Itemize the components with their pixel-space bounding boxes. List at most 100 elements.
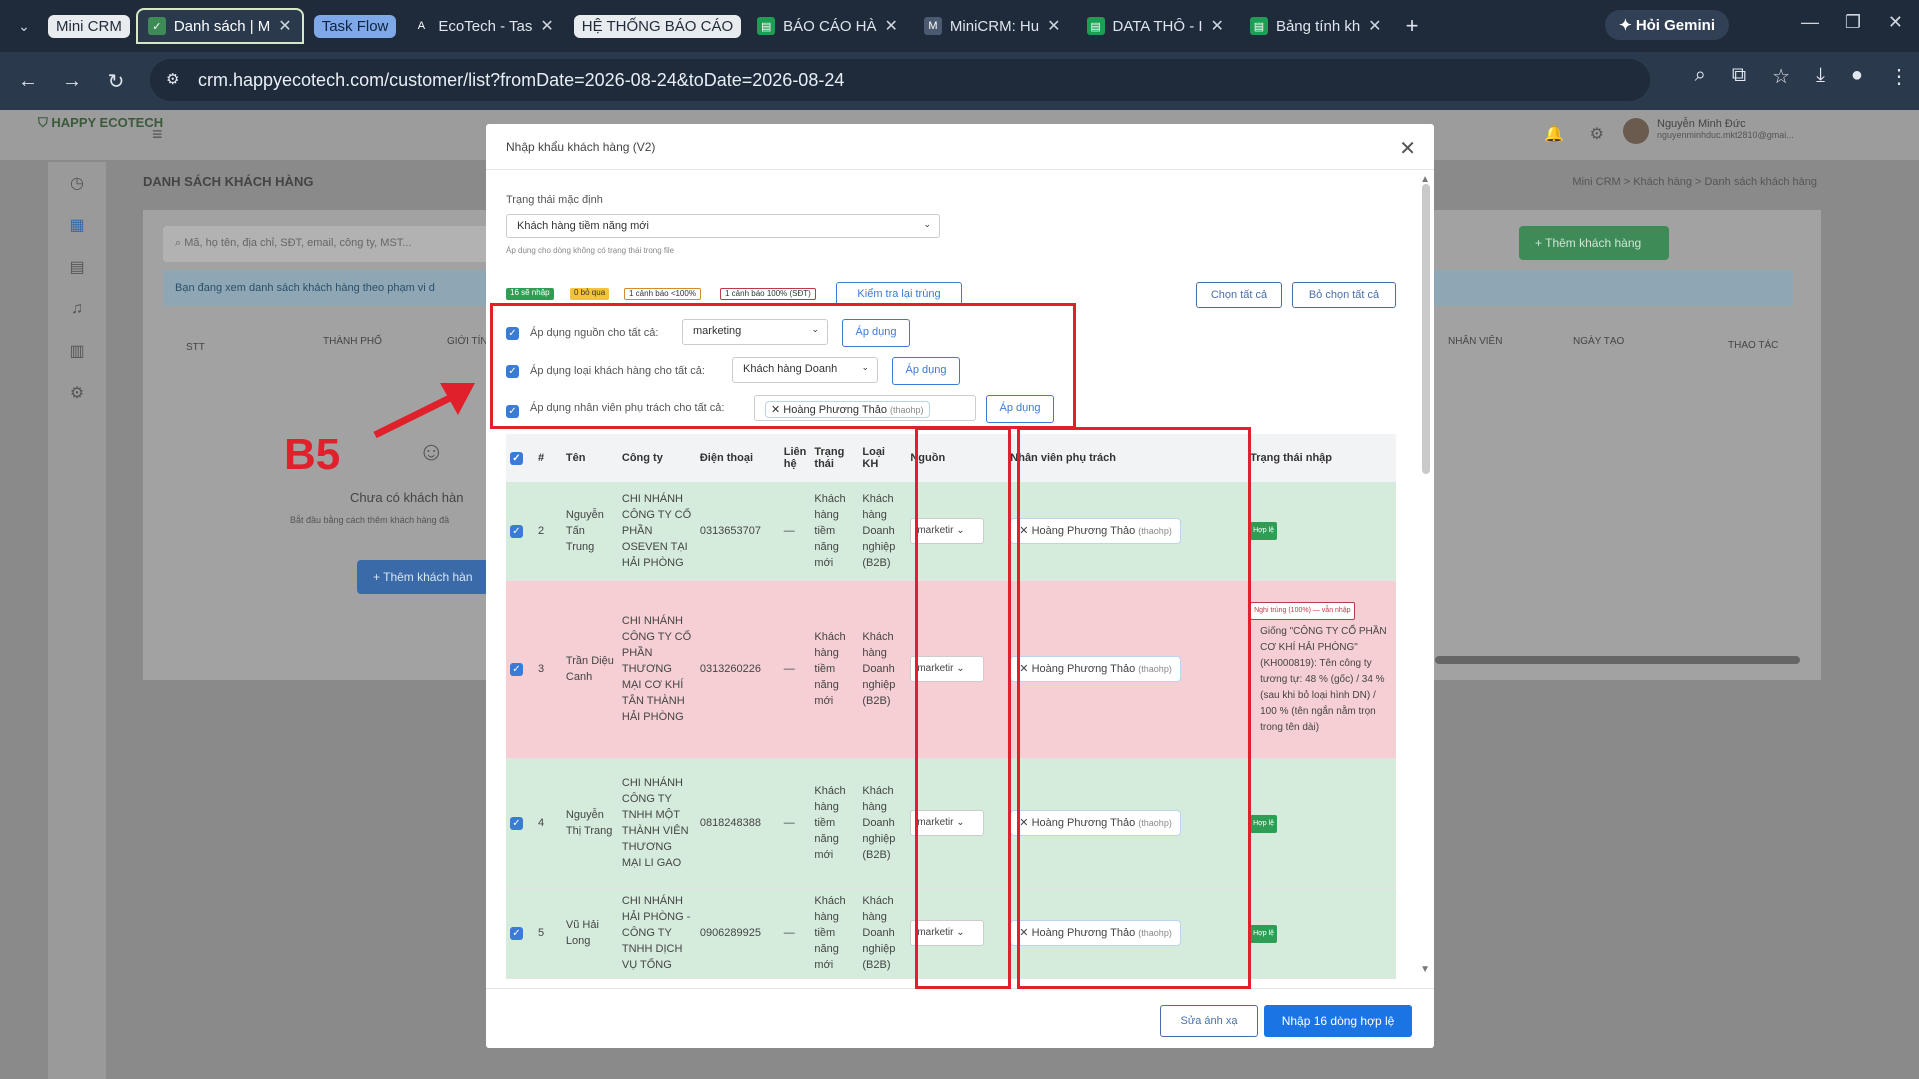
tab-ecotech[interactable]: A EcoTech - Tas ✕ [402, 8, 563, 44]
row-type: Khách hàng Doanh nghiệp (B2B) [858, 580, 907, 759]
row-company: CHI NHÁNH CÔNG TY CỔ PHẦN OSEVEN TẠI HẢI… [617, 482, 696, 581]
row-phone: 0313653707 [695, 482, 780, 581]
tab-title: DATA THÔ - I [1112, 17, 1203, 35]
badge-import-count: 16 sẽ nhập [506, 288, 554, 300]
minimize-icon[interactable]: — [1801, 12, 1819, 33]
default-status-select[interactable]: Khách hàng tiềm năng mới ⌄ [506, 214, 940, 238]
gemini-label: Hỏi Gemini [1635, 17, 1715, 34]
header-name: Tên [561, 434, 618, 482]
gear-icon[interactable]: ⚙ [48, 372, 106, 414]
row-phone: 0818248388 [695, 758, 780, 889]
chevron-down-icon: ⌄ [923, 219, 931, 229]
scroll-up-icon[interactable]: ▲ [1420, 174, 1430, 185]
new-tab-icon[interactable]: + [1406, 13, 1419, 39]
gemini-button[interactable]: ✦ Hỏi Gemini [1605, 10, 1729, 40]
tab-title: MiniCRM: Hu [949, 17, 1040, 35]
deselect-all-button[interactable]: Bỏ chọn tất cả [1292, 282, 1396, 308]
tab-group-he-thong[interactable]: HỆ THỐNG BÁO CÁO [573, 14, 742, 38]
column-gender: GIỚI TÍN [447, 336, 488, 347]
row-status: Khách hàng tiềm năng mới [810, 888, 859, 979]
sheets-favicon-icon: ▤ [757, 17, 776, 35]
scroll-down-icon[interactable]: ▼ [1420, 964, 1430, 975]
profile-avatar-icon[interactable]: ● [1851, 64, 1863, 89]
back-icon[interactable]: ← [6, 70, 50, 93]
badge-skip-count: 0 bỏ qua [570, 288, 610, 300]
close-modal-icon[interactable]: ✕ [1399, 136, 1416, 161]
default-status-hint: Áp dụng cho dòng không có trạng thái tro… [506, 246, 675, 255]
site-info-icon[interactable]: ⚙ [166, 70, 179, 88]
close-tab-icon[interactable]: ✕ [1368, 16, 1381, 36]
dashboard-icon[interactable]: ◷ [48, 162, 106, 204]
tab-bao-cao[interactable]: ▤ BÁO CÁO HÀ ✕ [747, 8, 908, 44]
user-name: Nguyễn Minh Đức [1657, 118, 1746, 130]
url-field[interactable]: ⚙ crm.happyecotech.com/customer/list?fro… [150, 59, 1650, 101]
close-tab-icon[interactable]: ✕ [1047, 16, 1060, 36]
tab-bang-tinh[interactable]: ▤ Bảng tính kh ✕ [1240, 8, 1392, 44]
zoom-icon[interactable]: ⌕ [1695, 64, 1706, 89]
add-customer-button[interactable]: + Thêm khách hàng [1519, 226, 1669, 260]
reload-icon[interactable]: ↻ [94, 69, 138, 94]
row-checkbox[interactable]: ✓ [510, 817, 523, 830]
bell-icon[interactable]: 🔔 [1544, 124, 1564, 144]
tab-danh-sach[interactable]: ✓ Danh sách | M ✕ [135, 8, 304, 44]
report-icon[interactable]: ▥ [48, 330, 106, 372]
valid-badge: Hợp lệ [1250, 814, 1278, 833]
m-favicon-icon: M [923, 17, 942, 35]
header-status: Trạng thái [810, 434, 859, 482]
close-tab-icon[interactable]: ✕ [540, 16, 553, 36]
column-staff: NHÂN VIÊN [1448, 336, 1503, 347]
hamburger-icon[interactable]: ≡ [152, 124, 163, 145]
header-company: Công ty [617, 434, 696, 482]
install-app-icon[interactable]: ⧉ [1732, 64, 1746, 89]
row-status: Khách hàng tiềm năng mới [810, 758, 859, 889]
duplicate-warning-tag: Nghi trùng (100%) — vẫn nhập [1250, 602, 1355, 620]
edit-mapping-button[interactable]: Sửa ánh xạ [1160, 1005, 1258, 1037]
row-checkbox[interactable]: ✓ [510, 524, 523, 538]
row-company: CHI NHÁNH HẢI PHÒNG - CÔNG TY TNHH DỊCH … [617, 888, 696, 979]
customer-search-input[interactable]: ⌕ Mã, họ tên, địa chỉ, SĐT, email, công … [163, 226, 493, 262]
customers-icon[interactable]: ▦ [48, 204, 106, 246]
address-bar-row: ← → ↻ ⚙ crm.happyecotech.com/customer/li… [0, 52, 1919, 110]
horizontal-scrollbar[interactable] [1435, 656, 1800, 664]
row-checkbox[interactable]: ✓ [510, 663, 523, 676]
search-icon: ⌕ [175, 237, 182, 249]
row-checkbox[interactable]: ✓ [510, 927, 523, 940]
bookmark-star-icon[interactable]: ☆ [1772, 64, 1790, 89]
tab-minicrm[interactable]: M MiniCRM: Hu ✕ [914, 8, 1071, 44]
select-all-rows-checkbox[interactable]: ✓ [510, 451, 523, 465]
duplicate-warning-text: Giống "CÔNG TY CỔ PHẦN CƠ KHÍ HẢI PHÒNG"… [1260, 626, 1387, 733]
close-tab-icon[interactable]: ✕ [278, 16, 291, 36]
import-valid-rows-button[interactable]: Nhập 16 dòng hợp lệ [1264, 1005, 1412, 1037]
empty-add-button[interactable]: + Thêm khách hàn [357, 560, 489, 594]
page-title: DANH SÁCH KHÁCH HÀNG [143, 174, 314, 189]
highlight-staff-column-box [1017, 427, 1251, 989]
user-email: nguyenminhduc.mkt2810@gmai... [1657, 130, 1794, 140]
empty-subtitle: Bắt đầu bằng cách thêm khách hàng đầ [290, 515, 450, 525]
forward-icon[interactable]: → [50, 70, 94, 93]
close-tab-icon[interactable]: ✕ [885, 16, 898, 36]
document-icon[interactable]: ▤ [48, 246, 106, 288]
default-status-value: Khách hàng tiềm năng mới [517, 220, 649, 232]
restore-icon[interactable]: ❐ [1845, 12, 1861, 33]
select-all-button[interactable]: Chọn tất cả [1196, 282, 1282, 308]
annotation-arrow-icon [373, 383, 475, 439]
tab-search-icon[interactable]: ⌄ [10, 12, 38, 40]
search-placeholder: Mã, họ tên, địa chỉ, SĐT, email, công ty… [184, 237, 412, 249]
row-contact: — [779, 888, 811, 979]
row-name: Vũ Hải Long [561, 888, 618, 979]
menu-kebab-icon[interactable]: ⋮ [1889, 64, 1909, 89]
modal-scrollbar[interactable] [1422, 184, 1430, 474]
close-window-icon[interactable]: ✕ [1888, 12, 1903, 33]
close-tab-icon[interactable]: ✕ [1211, 16, 1224, 36]
settings-icon[interactable]: ⚙ [1590, 124, 1604, 144]
tab-data-tho[interactable]: ▤ DATA THÔ - I ✕ [1077, 8, 1234, 44]
notification-icon[interactable]: ♫ [48, 288, 106, 330]
user-info[interactable]: Nguyễn Minh Đức nguyenminhduc.mkt2810@gm… [1657, 118, 1837, 140]
tab-group-mini-crm[interactable]: Mini CRM [48, 14, 130, 38]
tab-group-task-flow[interactable]: Task Flow [313, 14, 397, 38]
highlight-source-column-box [915, 427, 1011, 989]
download-icon[interactable]: ⤓ [1816, 64, 1825, 89]
row-phone: 0906289925 [695, 888, 780, 979]
avatar[interactable] [1623, 118, 1649, 144]
leaf-favicon-icon: ✓ [147, 17, 166, 35]
